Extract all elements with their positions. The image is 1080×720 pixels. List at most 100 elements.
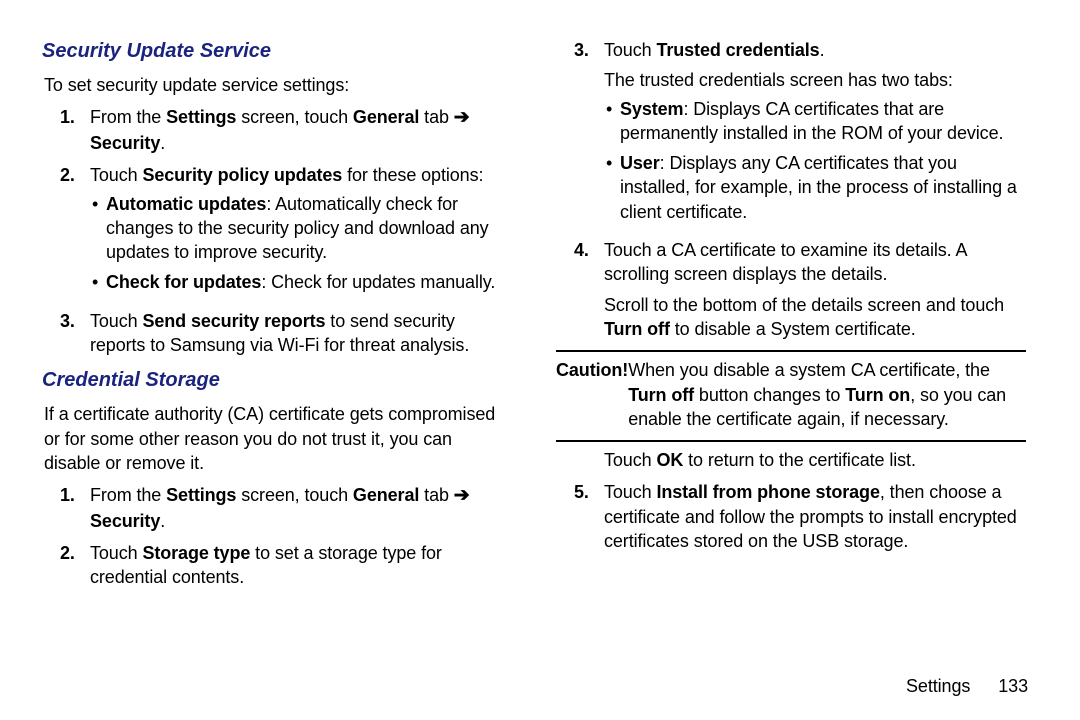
step-number: 1.	[42, 105, 90, 155]
text: tab	[419, 485, 454, 505]
step-4-cont: Touch OK to return to the certificate li…	[556, 448, 1026, 472]
step-body: Touch Storage type to set a storage type…	[90, 541, 512, 590]
bold-general: General	[353, 107, 419, 127]
sub-bullets: • System: Displays CA certificates that …	[604, 97, 1026, 224]
bullet-icon: •	[90, 192, 106, 265]
step-number: 2.	[42, 541, 90, 590]
intro-text: If a certificate authority (CA) certific…	[44, 402, 512, 475]
text: .	[160, 511, 165, 531]
step-1: 1. From the Settings screen, touch Gener…	[42, 483, 512, 533]
right-column: 3. Touch Trusted credentials. The truste…	[534, 38, 1026, 700]
bullet-body: System: Displays CA certificates that ar…	[620, 97, 1026, 146]
divider	[556, 350, 1026, 352]
text: Scroll to the bottom of the details scre…	[604, 295, 1004, 315]
step-number: 4.	[556, 238, 604, 341]
steps-security-update: 1. From the Settings screen, touch Gener…	[42, 105, 512, 357]
text: : Check for updates manually.	[261, 272, 495, 292]
text: .	[820, 40, 825, 60]
bullet-system-tab: • System: Displays CA certificates that …	[604, 97, 1026, 146]
step-body: Touch OK to return to the certificate li…	[604, 448, 1026, 472]
sub-bullets: • Automatic updates: Automatically check…	[90, 192, 512, 295]
text: Touch	[90, 165, 142, 185]
bold-security: Security	[90, 511, 160, 531]
bold-security: Security	[90, 133, 160, 153]
step-number: 1.	[42, 483, 90, 533]
text: screen, touch	[236, 485, 353, 505]
step-number: 5.	[556, 480, 604, 553]
caution-body: When you disable a system CA certificate…	[628, 358, 1026, 431]
step-5: 5. Touch Install from phone storage, the…	[556, 480, 1026, 553]
bullet-user-tab: • User: Displays any CA certificates tha…	[604, 151, 1026, 224]
step-body: From the Settings screen, touch General …	[90, 105, 512, 155]
step-1: 1. From the Settings screen, touch Gener…	[42, 105, 512, 155]
text: : Displays any CA certificates that you …	[620, 153, 1017, 222]
steps-continued-2: Touch OK to return to the certificate li…	[556, 448, 1026, 553]
step-body: From the Settings screen, touch General …	[90, 483, 512, 533]
step-2: 2. Touch Storage type to set a storage t…	[42, 541, 512, 590]
bullet-automatic-updates: • Automatic updates: Automatically check…	[90, 192, 512, 265]
text: Security	[90, 133, 160, 153]
text: Scroll to the bottom of the details scre…	[604, 293, 1026, 342]
text: screen, touch	[236, 107, 353, 127]
footer-section: Settings	[906, 676, 970, 696]
page-footer: Settings 133	[906, 674, 1028, 698]
left-column: Security Update Service To set security …	[42, 38, 534, 700]
step-2: 2. Touch Security policy updates for the…	[42, 163, 512, 300]
footer-page-number: 133	[998, 676, 1028, 696]
step-number: 3.	[42, 309, 90, 358]
bold-ok: OK	[656, 450, 683, 470]
text: Touch	[90, 543, 142, 563]
bold-trusted-credentials: Trusted credentials	[656, 40, 819, 60]
bullet-check-for-updates: • Check for updates: Check for updates m…	[90, 270, 512, 294]
text: Touch	[604, 40, 656, 60]
bullet-icon: •	[604, 151, 620, 224]
text: Touch	[604, 450, 656, 470]
step-3: 3. Touch Trusted credentials. The truste…	[556, 38, 1026, 230]
heading-credential-storage: Credential Storage	[42, 367, 512, 394]
bold-general: General	[353, 485, 419, 505]
text: Touch	[90, 311, 142, 331]
text: From the	[90, 107, 166, 127]
step-number: 3.	[556, 38, 604, 230]
text: Touch	[604, 482, 656, 502]
arrow-icon: ➔	[454, 107, 470, 128]
steps-continued: 3. Touch Trusted credentials. The truste…	[556, 38, 1026, 341]
bold-storage-type: Storage type	[142, 543, 250, 563]
steps-credential-storage: 1. From the Settings screen, touch Gener…	[42, 483, 512, 590]
bold-install-from-storage: Install from phone storage	[656, 482, 879, 502]
manual-page: Security Update Service To set security …	[0, 0, 1080, 720]
step-body: Touch Send security reports to send secu…	[90, 309, 512, 358]
step-body: Touch Security policy updates for these …	[90, 163, 512, 300]
text: button changes to	[694, 385, 845, 405]
step-number-empty	[556, 448, 604, 472]
bullet-body: Check for updates: Check for updates man…	[106, 270, 512, 294]
step-4: 4. Touch a CA certificate to examine its…	[556, 238, 1026, 341]
bold-label: User	[620, 153, 660, 173]
bold-label: Automatic updates	[106, 194, 266, 214]
text: When you disable a system CA certificate…	[628, 360, 990, 380]
text: tab	[419, 107, 454, 127]
bold-label: System	[620, 99, 683, 119]
arrow-icon: ➔	[454, 485, 470, 506]
caution-label: Caution!	[556, 358, 628, 431]
bullet-icon: •	[90, 270, 106, 294]
caution-block: Caution! When you disable a system CA ce…	[556, 358, 1026, 431]
text: From the	[90, 485, 166, 505]
text: to disable a System certificate.	[670, 319, 916, 339]
step-body: Touch Trusted credentials. The trusted c…	[604, 38, 1026, 230]
bold-send-reports: Send security reports	[142, 311, 325, 331]
step-body: Touch Install from phone storage, then c…	[604, 480, 1026, 553]
text: The trusted credentials screen has two t…	[604, 68, 1026, 92]
text: to return to the certificate list.	[683, 450, 916, 470]
bold-settings: Settings	[166, 485, 236, 505]
step-3: 3. Touch Send security reports to send s…	[42, 309, 512, 358]
divider	[556, 440, 1026, 442]
step-number: 2.	[42, 163, 90, 300]
heading-security-update-service: Security Update Service	[42, 38, 512, 65]
bold-turn-off: Turn off	[604, 319, 670, 339]
bold-settings: Settings	[166, 107, 236, 127]
text: .	[160, 133, 165, 153]
bullet-body: Automatic updates: Automatically check f…	[106, 192, 512, 265]
intro-text: To set security update service settings:	[44, 73, 512, 97]
bullet-body: User: Displays any CA certificates that …	[620, 151, 1026, 224]
